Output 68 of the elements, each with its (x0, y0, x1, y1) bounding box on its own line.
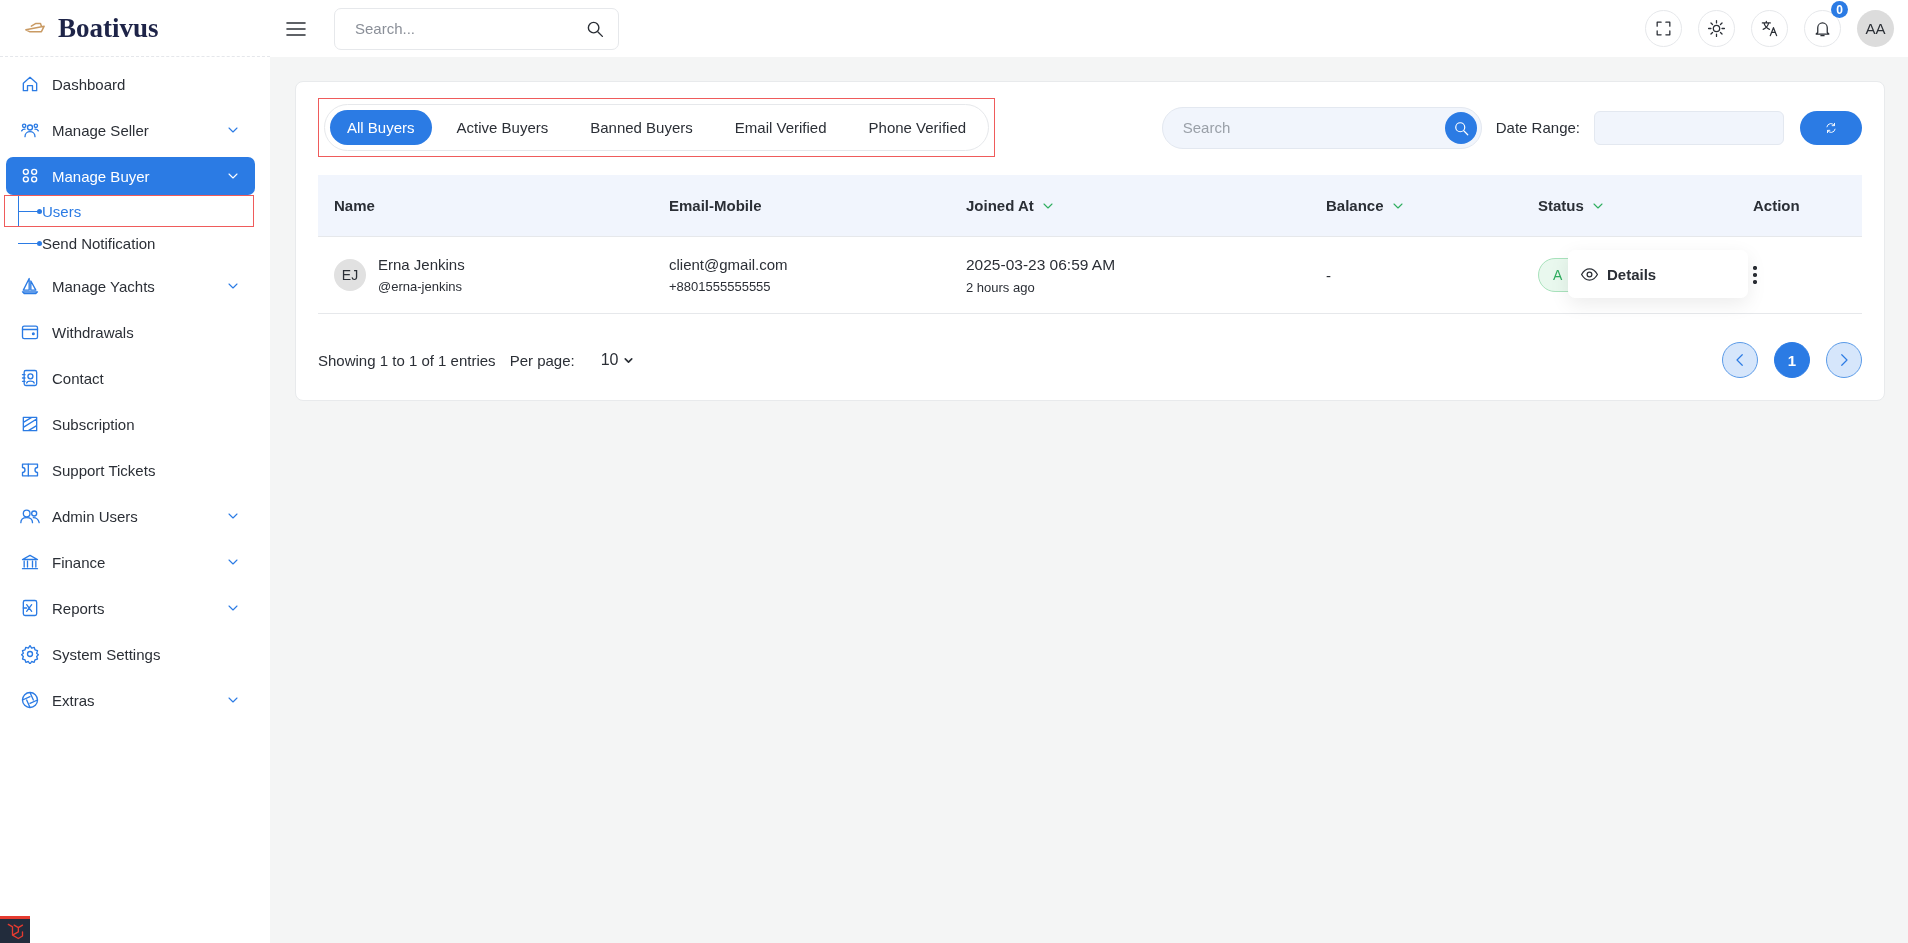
theme-icon (1707, 19, 1726, 38)
filter-tab[interactable]: All Buyers (330, 110, 432, 145)
sidebar-item[interactable]: Dashboard (6, 65, 255, 103)
menu-item-label: Details (1607, 265, 1657, 283)
column-header: Status (1538, 197, 1584, 214)
email: client@gmail.com (669, 256, 789, 273)
more-icon (1753, 266, 1757, 284)
date-range-field[interactable] (1594, 110, 1784, 145)
user-avatar: EJ (334, 259, 366, 291)
debug-bar-tab[interactable] (0, 916, 30, 943)
date-range-label: Date Range: (1495, 119, 1580, 136)
column-header: Balance (1326, 197, 1384, 214)
filter-tab[interactable]: Banned Buyers (573, 110, 710, 145)
notification-count: 0 (1831, 1, 1848, 18)
bell-icon (1813, 19, 1832, 38)
fullscreen-button[interactable] (1645, 10, 1682, 47)
filter-tab[interactable]: Active Buyers (439, 110, 566, 145)
submenu-item[interactable]: Send Notification (40, 234, 156, 252)
column-header: Name (334, 197, 375, 214)
balance: - (1326, 266, 1331, 284)
sidebar-item[interactable]: Admin Users (6, 497, 255, 535)
sidebar-item[interactable]: Manage Seller (6, 111, 255, 149)
page-button[interactable]: 1 (1774, 342, 1810, 378)
per-page-label: Per page: (509, 351, 575, 369)
cube-logo-icon (5, 921, 25, 941)
search-field[interactable]: Search (1161, 106, 1482, 149)
translate-button[interactable] (1751, 10, 1788, 47)
home-icon (20, 74, 40, 94)
sailboat-icon (20, 276, 40, 296)
previous-page-button[interactable] (1722, 342, 1758, 378)
filter-tab[interactable]: Phone Verified (851, 110, 984, 145)
settings-icon (20, 644, 40, 664)
per-page-select[interactable]: 10 (594, 350, 642, 370)
sidebar-item[interactable]: System Settings (6, 635, 255, 673)
bank-icon (20, 552, 40, 572)
brand-name: Boativus (58, 12, 159, 44)
fullscreen-icon (1654, 19, 1673, 38)
sidebar-item[interactable]: Reports (6, 589, 255, 627)
sidebar-item[interactable]: Manage Yachts (6, 267, 255, 305)
user-name: Erna Jenkins (378, 256, 465, 273)
sidebar-item[interactable]: Withdrawals (6, 313, 255, 351)
sidebar-item[interactable]: Extras (6, 681, 255, 719)
spreadsheet-icon (20, 598, 40, 618)
sidebar-item[interactable]: Manage Buyer (6, 157, 255, 195)
column-header: Email-Mobile (669, 197, 762, 214)
sidebar-item[interactable]: Support Tickets (6, 451, 255, 489)
user-avatar[interactable]: AA (1857, 10, 1894, 47)
joined-date: 2025-03-23 06:59 AM (966, 255, 1117, 274)
column-header: Action (1753, 197, 1800, 214)
submenu-item[interactable]: Users (40, 202, 82, 220)
refresh-icon (1824, 120, 1838, 135)
refresh-button[interactable] (1800, 110, 1862, 145)
contact-card-icon (20, 368, 40, 388)
next-page-button[interactable] (1826, 342, 1862, 378)
more-options-button[interactable] (1753, 266, 1757, 284)
sidebar-item[interactable]: Contact (6, 359, 255, 397)
aperture-icon (20, 690, 40, 710)
filter-tab[interactable]: Email Verified (717, 110, 844, 145)
relative-time: 2 hours ago (966, 279, 1036, 295)
translate-icon (1760, 19, 1779, 38)
entries-summary: Showing 1 to 1 of 1 entries (318, 351, 496, 369)
phone-number: +8801555555555 (669, 279, 772, 294)
theme-button[interactable] (1698, 10, 1735, 47)
column-header: Joined At (966, 197, 1034, 214)
username: @erna-jenkins (378, 279, 463, 294)
sidebar-item[interactable]: Finance (6, 543, 255, 581)
search-field[interactable]: Search... (334, 7, 619, 50)
sidebar-item[interactable]: Subscription (6, 405, 255, 443)
